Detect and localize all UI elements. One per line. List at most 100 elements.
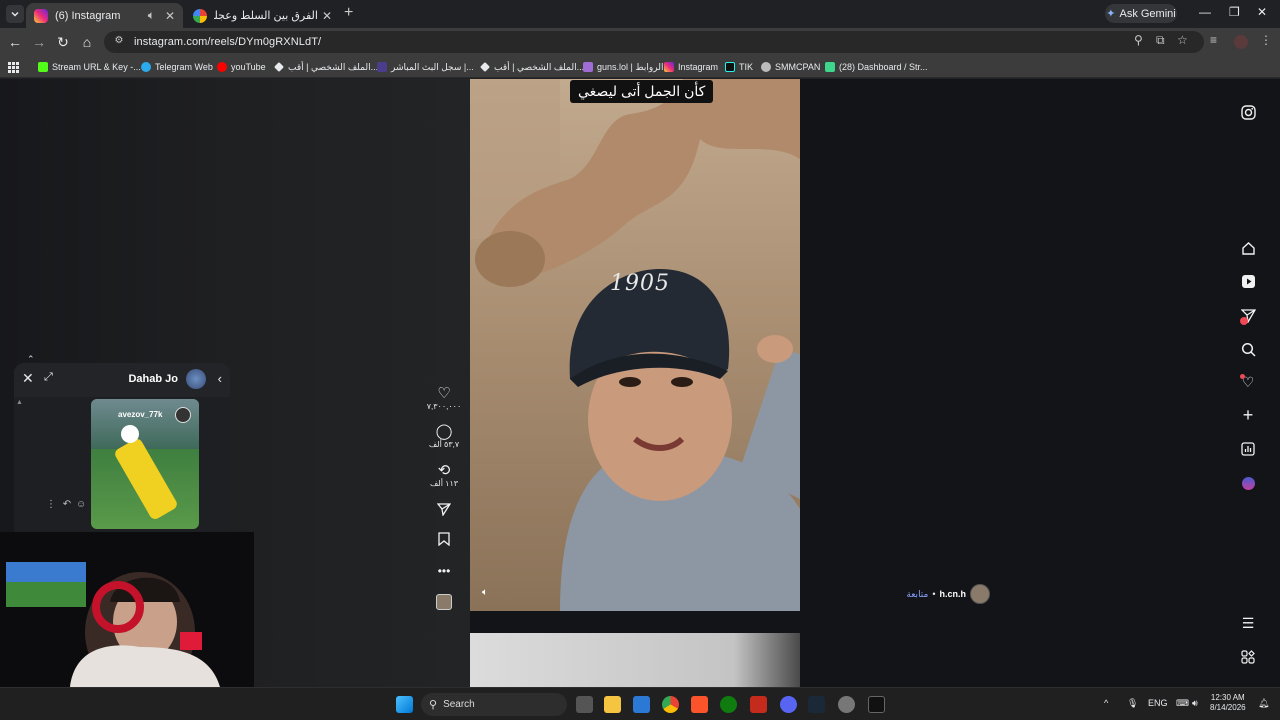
- store-icon[interactable]: [633, 696, 650, 713]
- file-explorer-icon[interactable]: [604, 696, 621, 713]
- share-button[interactable]: [419, 502, 469, 518]
- zoom-icon[interactable]: ⚲: [1134, 33, 1143, 47]
- reels-icon[interactable]: [1238, 271, 1258, 291]
- brave-icon[interactable]: [691, 696, 708, 713]
- apps-grid-icon[interactable]: [8, 60, 19, 74]
- obs-icon[interactable]: [838, 696, 855, 713]
- close-icon[interactable]: ✕: [22, 370, 34, 387]
- bookmark-telegram[interactable]: Telegram Web: [141, 60, 213, 74]
- steam-icon[interactable]: [808, 696, 825, 713]
- save-button[interactable]: [419, 532, 469, 548]
- chevron-down-icon: [11, 12, 19, 17]
- comment-button[interactable]: ◯ ٥٣,٧ ألف: [419, 424, 469, 450]
- new-tab-button[interactable]: +: [344, 4, 353, 22]
- reading-list-icon[interactable]: ≡: [1210, 33, 1217, 47]
- site-info-icon[interactable]: ⚙: [112, 35, 126, 49]
- next-reel-preview[interactable]: [470, 633, 800, 687]
- install-app-icon[interactable]: ⧉: [1156, 33, 1165, 48]
- minimize-button[interactable]: —: [1199, 5, 1211, 19]
- windows-taskbar: ⚲ Search ^ 🎙︎ ENG ⌨︎ 🔊︎ 12:30 AM 8/14/20…: [0, 687, 1280, 720]
- shared-reel-post[interactable]: avezov_77k: [91, 399, 199, 529]
- microphone-icon[interactable]: 🎙︎: [1127, 698, 1138, 709]
- follow-button[interactable]: متابعة: [906, 589, 928, 600]
- bookmark-profile-1[interactable]: الملف الشخصي | أقب...: [274, 60, 378, 74]
- author-name[interactable]: h.cn.h: [940, 589, 967, 599]
- chevron-left-icon[interactable]: ‹: [218, 371, 222, 386]
- instagram-icon[interactable]: [1238, 102, 1258, 122]
- windows-start-icon[interactable]: [396, 696, 413, 713]
- epic-games-icon[interactable]: [868, 696, 885, 713]
- bookmark-tik[interactable]: TIK: [725, 60, 753, 74]
- tab-google-search[interactable]: الفرق بين السلط وعجلون - بحث ✕: [185, 3, 340, 28]
- bookmark-live-log[interactable]: سجل البث المباشر |...: [377, 60, 474, 74]
- bookmark-dashboard[interactable]: (28) Dashboard / Str...: [825, 60, 928, 74]
- task-view-icon[interactable]: [576, 696, 593, 713]
- profile-icon[interactable]: [1238, 473, 1258, 493]
- chevron-up-icon[interactable]: ⌃: [27, 354, 35, 365]
- mute-button[interactable]: 🔈︎: [482, 587, 498, 603]
- bookmark-guns-lol[interactable]: guns.lol | الروابط: [583, 60, 663, 74]
- taskbar-search[interactable]: ⚲ Search: [421, 693, 567, 716]
- chat-title[interactable]: Dahab Jo: [128, 373, 178, 385]
- window-close-button[interactable]: ✕: [1257, 5, 1267, 19]
- messages-icon[interactable]: [1238, 305, 1258, 325]
- notifications-icon[interactable]: ♡: [1238, 372, 1258, 392]
- bookmark-smmcpan[interactable]: SMMCPAN: [761, 60, 820, 74]
- dashboard-icon[interactable]: [1238, 439, 1258, 459]
- reload-button[interactable]: ↻: [54, 34, 72, 51]
- discord-icon[interactable]: [780, 696, 797, 713]
- tab-close-icon[interactable]: ✕: [322, 9, 332, 23]
- network-icon[interactable]: ⌨︎: [1176, 698, 1189, 709]
- xbox-icon[interactable]: [720, 696, 737, 713]
- chat-scroll-up-icon[interactable]: ▲: [16, 399, 23, 406]
- reply-icon[interactable]: ↶: [63, 499, 71, 510]
- apps-icon: [1241, 650, 1255, 664]
- home-icon[interactable]: [1238, 238, 1258, 258]
- volume-icon[interactable]: 🔊︎: [1192, 698, 1198, 709]
- bookmark-star-icon[interactable]: ☆: [1177, 33, 1188, 47]
- language-indicator[interactable]: ENG: [1148, 698, 1168, 708]
- create-icon[interactable]: +: [1238, 405, 1258, 425]
- snipping-tool-icon[interactable]: [750, 696, 767, 713]
- bookmark-profile-2[interactable]: الملف الشخصي | أقب...: [480, 60, 584, 74]
- back-button[interactable]: ←: [6, 34, 24, 50]
- repost-button[interactable]: ⟲ ١١٣ ألف: [419, 463, 469, 489]
- address-bar[interactable]: ⚙ instagram.com/reels/DYm0gRXNLdT/: [104, 31, 1204, 53]
- browser-menu-icon[interactable]: ⋮: [1260, 33, 1272, 47]
- bookmark-label: guns.lol | الروابط: [597, 61, 664, 72]
- notification-dot: [1240, 374, 1245, 379]
- bookmark-label: Instagram: [678, 62, 719, 72]
- audio-thumbnail[interactable]: [419, 594, 469, 612]
- taskbar-clock[interactable]: 12:30 AM 8/14/2026: [1210, 693, 1246, 713]
- chat-avatar[interactable]: [186, 369, 206, 389]
- bookmark-instagram[interactable]: Instagram: [664, 60, 718, 74]
- author-avatar[interactable]: [970, 584, 990, 604]
- speaker-icon[interactable]: 🔈︎: [148, 8, 155, 23]
- forward-button[interactable]: →: [30, 34, 48, 50]
- tab-instagram[interactable]: (6) Instagram 🔈︎ ✕: [26, 3, 183, 28]
- chrome-icon[interactable]: [662, 696, 679, 713]
- like-button[interactable]: ♡ ٧,٣٠٠,٠٠٠: [419, 386, 469, 412]
- tab-close-icon[interactable]: ✕: [165, 9, 175, 23]
- more-icon[interactable]: [1238, 647, 1258, 667]
- emoji-icon[interactable]: ☺: [76, 499, 86, 510]
- bookmark-youtube[interactable]: youTube: [217, 60, 266, 74]
- more-options-button[interactable]: •••: [419, 563, 469, 579]
- globe-icon: [761, 62, 771, 72]
- bookmark-stream-url[interactable]: Stream URL & Key -...: [38, 60, 141, 74]
- home-button[interactable]: ⌂: [78, 34, 96, 50]
- menu-icon[interactable]: ☰: [1238, 613, 1258, 633]
- ask-gemini-button[interactable]: ✦ Ask Gemini: [1105, 4, 1177, 23]
- profile-avatar[interactable]: [1234, 35, 1248, 49]
- restore-button[interactable]: ❐: [1229, 5, 1240, 19]
- expand-icon[interactable]: ⤢: [44, 371, 53, 384]
- reel-video[interactable]: 1905 كأن الجمل أتى ليصغي 🔈︎: [470, 79, 800, 611]
- more-vertical-icon[interactable]: ⋮: [46, 499, 56, 510]
- search-icon[interactable]: [1238, 339, 1258, 359]
- player-figure: [113, 436, 179, 522]
- notification-bell-icon[interactable]: 🔔︎: [1258, 698, 1269, 709]
- tab-search-button[interactable]: [6, 5, 24, 23]
- comment-count: ٥٣,٧ ألف: [428, 440, 460, 449]
- chat-messages[interactable]: avezov_77k ⋮ ↶ ☺: [14, 397, 230, 553]
- tray-overflow-icon[interactable]: ^: [1104, 698, 1108, 708]
